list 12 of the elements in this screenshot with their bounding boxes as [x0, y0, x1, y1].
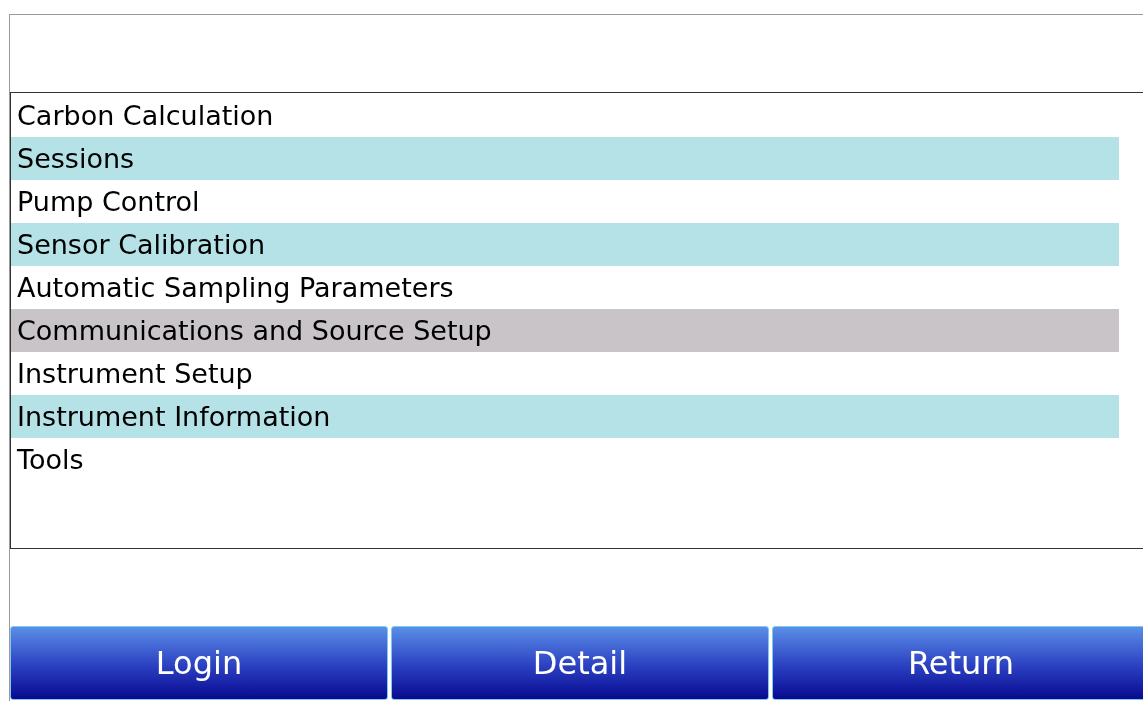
- menu-item[interactable]: Sensor Calibration: [11, 223, 1119, 266]
- action-button[interactable]: Return: [772, 626, 1143, 700]
- menu-item[interactable]: Instrument Setup: [11, 352, 1119, 395]
- menu-item[interactable]: Sessions: [11, 137, 1119, 180]
- action-button[interactable]: Detail: [391, 626, 769, 700]
- menu-item[interactable]: Instrument Information: [11, 395, 1119, 438]
- menu-item[interactable]: Carbon Calculation: [11, 94, 1119, 137]
- menu-item[interactable]: Pump Control: [11, 180, 1119, 223]
- action-button[interactable]: Login: [10, 626, 388, 700]
- menu-item[interactable]: Tools: [11, 438, 1119, 481]
- menu-item[interactable]: Automatic Sampling Parameters: [11, 266, 1119, 309]
- menu-item[interactable]: Communications and Source Setup: [11, 309, 1119, 352]
